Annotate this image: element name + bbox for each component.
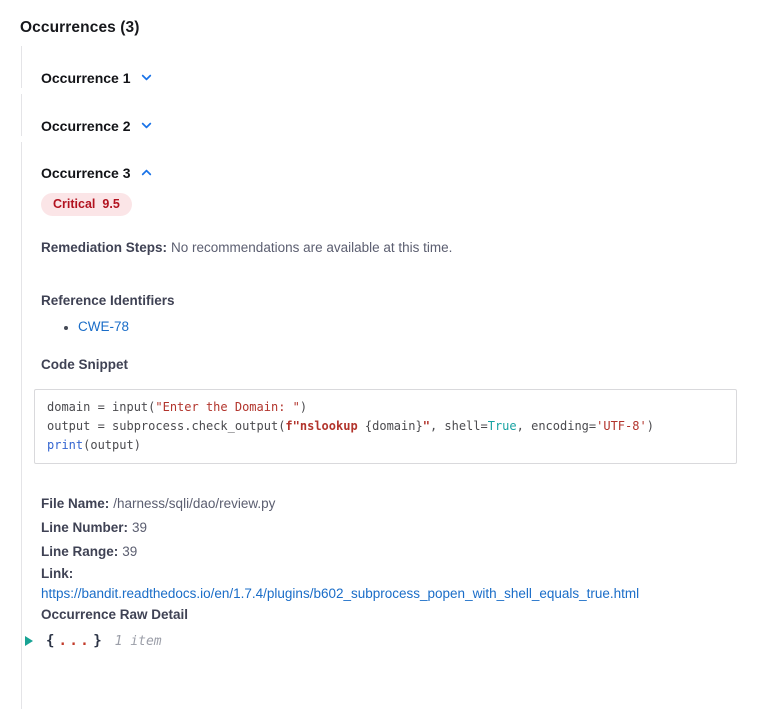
line-number-label: Line Number: (41, 520, 128, 535)
occurrence-metadata: File Name: /harness/sqli/dao/review.py Li… (41, 492, 751, 626)
expand-triangle-icon[interactable] (25, 636, 33, 646)
line-number-value: 39 (132, 520, 147, 535)
remediation-text: No recommendations are available at this… (171, 240, 452, 255)
code-snippet-heading: Code Snippet (41, 357, 751, 373)
occurrence-raw-detail-heading: Occurrence Raw Detail (41, 607, 188, 622)
list-item: CWE-78 (78, 319, 751, 335)
file-name-label: File Name: (41, 496, 109, 511)
code-snippet-block: domain = input("Enter the Domain: ")outp… (34, 389, 737, 464)
bandit-doc-link[interactable]: https://bandit.readthedocs.io/en/1.7.4/p… (41, 586, 639, 601)
line-number-row: Line Number: 39 (41, 516, 751, 540)
severity-badge: Critical 9.5 (41, 193, 132, 216)
line-range-value: 39 (122, 544, 137, 559)
json-item-count: 1 item (115, 634, 162, 649)
json-collapsed-braces[interactable]: {...} (46, 633, 102, 649)
page-title: Occurrences (3) (20, 18, 751, 37)
reference-identifiers-heading: Reference Identifiers (41, 293, 751, 309)
code-line: domain = input("Enter the Domain: ") (47, 398, 724, 417)
occurrence-sections: Occurrence 1 Occurrence 2 Occurrence 3 (21, 46, 751, 709)
occurrence-2-label: Occurrence 2 (41, 118, 131, 134)
severity-score: 9.5 (102, 197, 119, 212)
occurrence-1-section: Occurrence 1 (21, 46, 751, 88)
cwe-link[interactable]: CWE-78 (78, 319, 129, 334)
link-label: Link: (41, 566, 73, 581)
file-name-row: File Name: /harness/sqli/dao/review.py (41, 492, 751, 516)
line-range-label: Line Range: (41, 544, 118, 559)
reference-identifiers-list: CWE-78 (41, 319, 751, 335)
remediation-steps: Remediation Steps: No recommendations are… (41, 240, 751, 256)
remediation-label: Remediation Steps: (41, 240, 167, 255)
chevron-up-icon[interactable] (140, 166, 153, 179)
raw-detail-expander[interactable]: {...} 1 item (25, 633, 162, 649)
link-label-row: Link: (41, 564, 751, 584)
occurrence-1-label: Occurrence 1 (41, 70, 131, 86)
code-line: output = subprocess.check_output(f"nsloo… (47, 417, 724, 436)
code-line: print(output) (47, 436, 724, 455)
link-url-row: https://bandit.readthedocs.io/en/1.7.4/p… (41, 584, 751, 604)
raw-detail-heading-row: Occurrence Raw Detail (41, 604, 751, 626)
occurrence-2-header[interactable]: Occurrence 2 (41, 117, 153, 134)
file-name-value: /harness/sqli/dao/review.py (113, 496, 275, 511)
occurrence-2-section: Occurrence 2 (21, 94, 751, 136)
chevron-down-icon[interactable] (140, 71, 153, 84)
occurrence-1-header[interactable]: Occurrence 1 (41, 69, 153, 86)
occurrences-panel: Occurrences (3) Occurrence 1 Occurrence … (0, 0, 771, 709)
occurrence-3-label: Occurrence 3 (41, 165, 131, 181)
chevron-down-icon[interactable] (140, 119, 153, 132)
severity-label: Critical (53, 197, 95, 212)
occurrence-3-header[interactable]: Occurrence 3 (41, 164, 153, 181)
line-range-row: Line Range: 39 (41, 540, 751, 564)
occurrence-3-section: Occurrence 3 Critical 9.5 Remediation St… (21, 142, 751, 709)
